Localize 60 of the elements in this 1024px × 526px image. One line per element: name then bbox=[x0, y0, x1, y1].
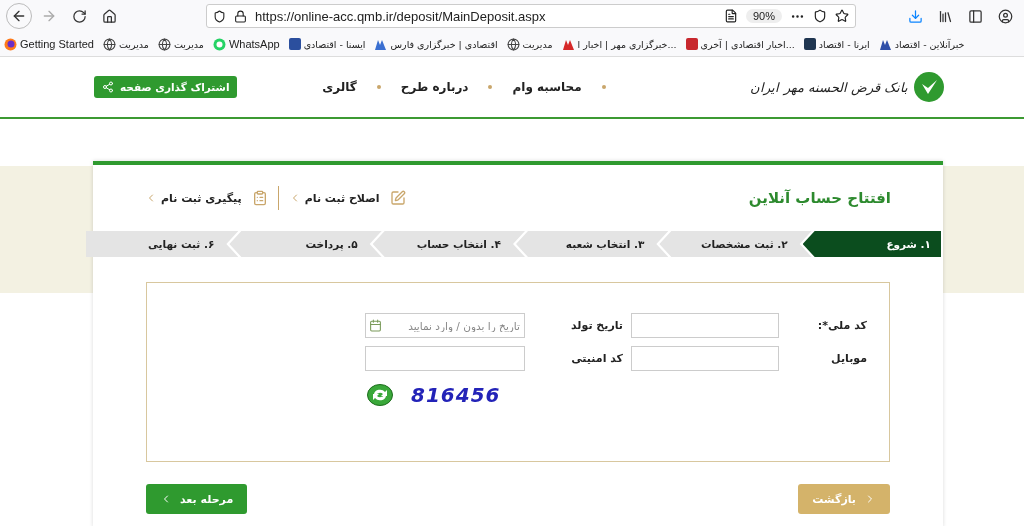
wizard-step[interactable]: ۵. پرداخت bbox=[229, 231, 382, 257]
bookmark[interactable]: خبرگزاری مهر | اخبار ا... bbox=[561, 37, 677, 51]
input-field[interactable] bbox=[365, 346, 525, 371]
bookmark[interactable]: ایسنا - اقتصادی bbox=[288, 38, 366, 50]
field-label: کد امنیتی bbox=[570, 352, 623, 365]
calendar-icon[interactable] bbox=[369, 319, 382, 332]
nav-link[interactable]: محاسبه وام bbox=[512, 80, 582, 94]
url-text: https://online-acc.qmb.ir/deposit/MainDeposit.aspx bbox=[255, 8, 547, 24]
bookmark[interactable]: ایرنا - اقتصاد bbox=[803, 38, 870, 50]
download-icon bbox=[907, 8, 923, 24]
field-label: تاریخ تولد bbox=[570, 319, 623, 332]
bookmark[interactable]: خبرآنلاین - اقتصاد bbox=[878, 37, 965, 51]
globe-icon bbox=[157, 37, 171, 51]
wizard-step[interactable]: ۳. انتخاب شعبه bbox=[516, 231, 669, 257]
bookmark[interactable]: اقتصادی | خبرگزاری فارس bbox=[374, 37, 498, 51]
header-link[interactable]: پیگیری ثبت نام bbox=[145, 191, 242, 205]
input-field[interactable] bbox=[631, 313, 779, 338]
bookmark[interactable]: مدیریت bbox=[103, 37, 149, 51]
edit-icon bbox=[389, 190, 406, 206]
next-button[interactable]: مرحله بعد bbox=[146, 484, 248, 514]
bookmark[interactable]: WhatsApp bbox=[212, 37, 280, 51]
chat-icon bbox=[212, 37, 226, 51]
page-title: افتتاح حساب آنلاین bbox=[748, 189, 891, 207]
captcha-code: 816456 bbox=[411, 383, 501, 407]
date-field[interactable]: تاریخ را بدون / وارد نمایید bbox=[365, 313, 525, 338]
reload-icon bbox=[71, 8, 87, 24]
logo-text: بانک قرض الحسنه مهر ایران bbox=[750, 79, 908, 95]
wizard-step[interactable]: ۲. ثبت مشخصات bbox=[659, 231, 812, 257]
sidebar-icon bbox=[967, 8, 983, 24]
document-icon bbox=[251, 190, 268, 206]
header-link[interactable]: اصلاح ثبت نام bbox=[288, 191, 380, 205]
nav-link[interactable]: گالری bbox=[322, 80, 357, 94]
shield-icon bbox=[213, 9, 226, 23]
zoom-level[interactable]: 90% bbox=[745, 9, 782, 23]
firefox-icon bbox=[4, 37, 17, 51]
globe-icon bbox=[506, 37, 520, 51]
refresh-icon[interactable] bbox=[367, 384, 393, 406]
input-field[interactable] bbox=[631, 346, 779, 371]
home-icon bbox=[101, 8, 117, 24]
share-button[interactable]: اشتراک گذاری صفحه bbox=[94, 76, 238, 98]
field-label: موبایل bbox=[830, 352, 867, 365]
check-logo-icon bbox=[914, 72, 944, 102]
library-icon bbox=[937, 8, 953, 24]
bookmark[interactable]: Getting Started bbox=[4, 37, 94, 51]
nav-link[interactable]: درباره طرح bbox=[400, 80, 469, 94]
globe-icon bbox=[103, 37, 116, 51]
reader-icon[interactable] bbox=[723, 9, 738, 23]
field-label: کد ملی*: bbox=[816, 319, 867, 332]
bookmark[interactable]: اخبار اقتصادی | آخری... bbox=[685, 38, 795, 50]
star-icon[interactable] bbox=[835, 9, 849, 23]
wizard-step[interactable]: ۴. انتخاب حساب bbox=[372, 231, 525, 257]
bookmark[interactable]: مدیریت bbox=[506, 37, 553, 51]
bookmark[interactable]: مدیریت bbox=[157, 37, 204, 51]
wizard-step[interactable]: ۶. ثبت نهایی bbox=[86, 231, 239, 257]
share-icon bbox=[102, 81, 114, 93]
forward-arrow-icon bbox=[41, 8, 57, 24]
wizard-step[interactable]: ۱. شروع bbox=[802, 231, 941, 257]
account-icon bbox=[997, 8, 1013, 24]
address-bar[interactable]: https://online-acc.qmb.ir/deposit/MainDeposit.aspx 90% bbox=[206, 4, 856, 28]
lock-icon bbox=[234, 9, 247, 23]
